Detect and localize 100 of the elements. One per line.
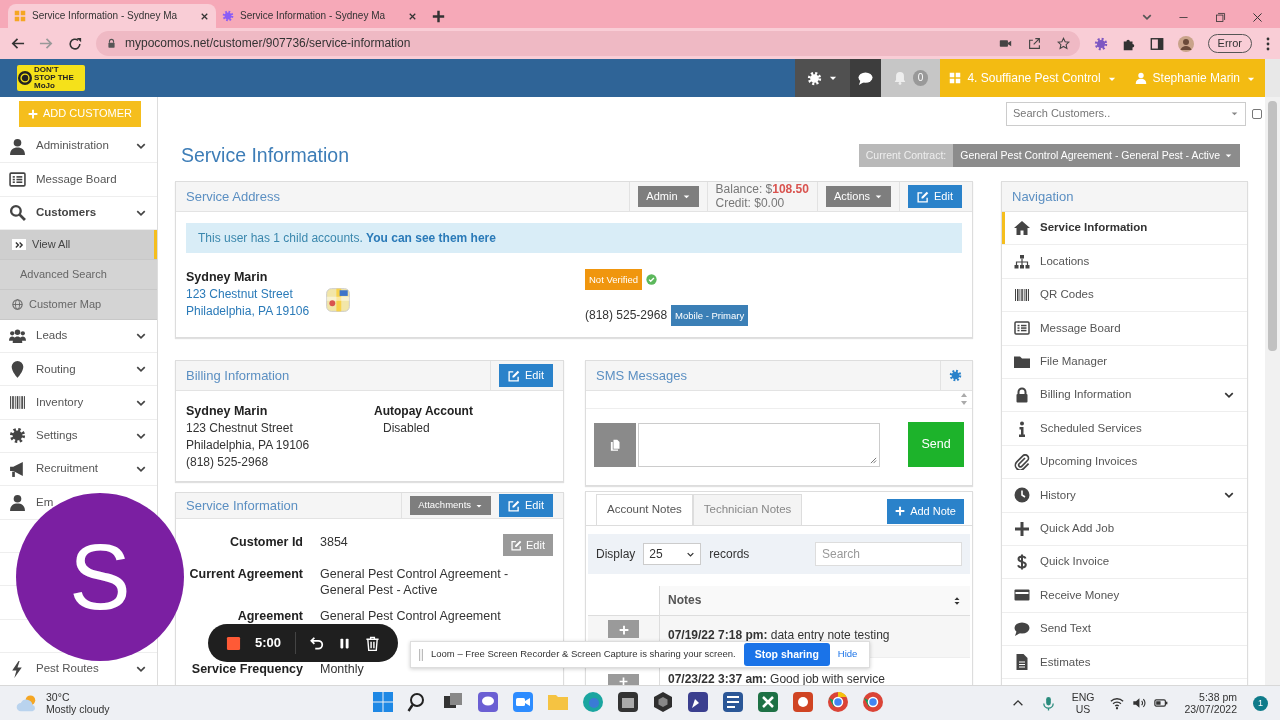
sidebar-item[interactable]: Em [36, 495, 54, 508]
list-icon [9, 170, 26, 188]
video-camera-icon[interactable] [512, 691, 534, 713]
child-accounts-link[interactable]: You can see them here [366, 231, 496, 245]
admin-dropdown[interactable]: Admin [638, 186, 699, 207]
sidebar-item[interactable]: Inventory [36, 395, 84, 408]
clock-icon [1014, 487, 1030, 504]
street-link[interactable]: 123 Chestnut Street [186, 286, 310, 304]
navigation-item[interactable]: Locations [1002, 245, 1247, 279]
credit-card-icon [1014, 587, 1030, 604]
chat-button[interactable] [849, 59, 881, 97]
language-indicator[interactable]: ENG US [1071, 690, 1095, 716]
presentation-app-icon[interactable] [792, 691, 814, 713]
sitemap-icon [1014, 253, 1030, 270]
field-label: Customer Id [230, 535, 303, 549]
hexagon-app-icon[interactable] [652, 691, 674, 713]
clock[interactable]: 5:38 pm 23/07/2022 [1184, 690, 1237, 716]
expand-button[interactable] [608, 620, 639, 638]
person-icon [9, 137, 26, 155]
menu-icon[interactable] [1266, 36, 1270, 51]
city-link[interactable]: Philadelphia, PA 19106 [186, 303, 310, 321]
navigation-item[interactable]: Scheduled Services [1002, 412, 1247, 446]
sidebar-item[interactable]: Recruitment [36, 462, 98, 475]
browser-tab[interactable]: Service Information - Sydney Ma [8, 4, 216, 28]
scroll-arrows-icon[interactable] [959, 391, 969, 407]
navigation-item[interactable]: Receive Money [1002, 579, 1247, 613]
navigation-item[interactable]: Upcoming Invoices [1002, 445, 1247, 480]
plus-icon [28, 108, 38, 119]
browser-icon[interactable] [862, 691, 884, 713]
plus-icon [618, 624, 629, 635]
battery-icon [1154, 696, 1169, 710]
attachments-dropdown[interactable]: Attachments [410, 496, 492, 515]
navigation-item[interactable]: History [1002, 479, 1247, 513]
settings-menu-button[interactable] [794, 59, 850, 97]
phone-number: (818) 525-2968 [585, 307, 668, 325]
navigation-item[interactable]: Quick Invoice [1002, 545, 1247, 580]
sidebar-item[interactable]: Administration [36, 139, 109, 152]
stop-recording-icon [226, 635, 241, 651]
note-text: 07/23/22 3:37 am: Good job with service [668, 672, 885, 685]
spreadsheet-app-icon[interactable] [757, 691, 779, 713]
address-bar[interactable]: mypocomos.net/customer/907736/service-information [96, 31, 1080, 56]
edit-icon [508, 369, 521, 382]
windows-logo-icon[interactable] [372, 691, 394, 713]
sidebar-item[interactable]: Routing [36, 362, 76, 375]
scrollbar[interactable] [1265, 97, 1280, 685]
edit-icon [508, 499, 521, 512]
stop-sharing-button[interactable]: Stop sharing [743, 643, 830, 666]
sidebar-item[interactable]: Customers [36, 206, 97, 218]
field-value: General Pest Control Agreement - General Pest - Active [320, 567, 509, 597]
navigation-item[interactable]: QR Codes [1002, 278, 1247, 313]
actions-dropdown[interactable]: Actions [825, 186, 892, 207]
field-label: Agreement [237, 609, 303, 623]
search-customers-select[interactable]: Search Customers.. [1006, 101, 1246, 126]
profile-avatar[interactable] [1177, 35, 1194, 52]
chat-icon [1014, 620, 1030, 637]
navigation-item[interactable]: Send Text [1002, 612, 1247, 647]
credit-text: Credit: $0.00 [715, 196, 786, 210]
message-input[interactable] [638, 422, 880, 467]
browser-tab[interactable]: Service Information - Sydney Ma [216, 4, 424, 28]
document-app-icon[interactable] [722, 691, 744, 713]
navigation-item[interactable]: File Manager [1002, 345, 1247, 379]
checkbox[interactable] [1252, 108, 1262, 119]
navigation-item[interactable]: Service Information [1002, 212, 1247, 246]
add-note-button[interactable]: Add Note [887, 499, 964, 524]
drag-handle-icon[interactable] [419, 648, 423, 661]
notes-tab[interactable]: Account Notes [596, 494, 693, 525]
sidebar-item[interactable]: Leads [36, 329, 68, 342]
expand-button[interactable] [608, 674, 639, 685]
navigation-item[interactable]: Message Board [1002, 312, 1247, 346]
edit-button[interactable]: Edit [499, 494, 553, 517]
navigation-item[interactable]: Estimates [1002, 646, 1247, 680]
sidebar-item[interactable]: Settings [36, 429, 78, 442]
sidebar-subitem[interactable]: Customer Map [0, 289, 157, 320]
chat-icon [857, 70, 873, 86]
notification-badge[interactable]: 1 [1253, 695, 1268, 711]
navigation-item[interactable]: Quick Add Job [1002, 512, 1247, 546]
chat-icon[interactable] [477, 691, 499, 713]
hide-link[interactable]: Hide [837, 648, 858, 661]
template-button[interactable] [594, 422, 636, 467]
notification-count: 0 [912, 70, 929, 86]
notes-column-header[interactable]: Notes [660, 586, 970, 615]
document-icon [1014, 654, 1030, 671]
sidebar-subitem[interactable]: View All [0, 229, 157, 260]
dollar-icon [1014, 554, 1030, 571]
globe-icon [12, 298, 23, 310]
field-value: 3854 [320, 535, 348, 549]
browser-icon[interactable] [827, 691, 849, 713]
sidebar-subitem[interactable]: Advanced Search [0, 259, 157, 290]
navigation-item[interactable]: Billing Information [1002, 378, 1247, 413]
sidebar-item[interactable]: Pest Routes [36, 662, 99, 675]
edit-button[interactable]: Edit [499, 364, 553, 387]
page-size-select[interactable]: 25 [643, 543, 702, 565]
resize-grip-icon[interactable] [870, 456, 877, 464]
edit-button[interactable]: Edit [908, 185, 962, 208]
megaphone-icon [9, 460, 26, 478]
autopay-status: Disabled [382, 420, 431, 437]
side-panel-icon [1149, 36, 1164, 51]
sidebar-item[interactable]: Message Board [36, 172, 117, 185]
browser-icon[interactable] [582, 691, 604, 713]
billing-street: 123 Chestnut Street [186, 420, 294, 437]
